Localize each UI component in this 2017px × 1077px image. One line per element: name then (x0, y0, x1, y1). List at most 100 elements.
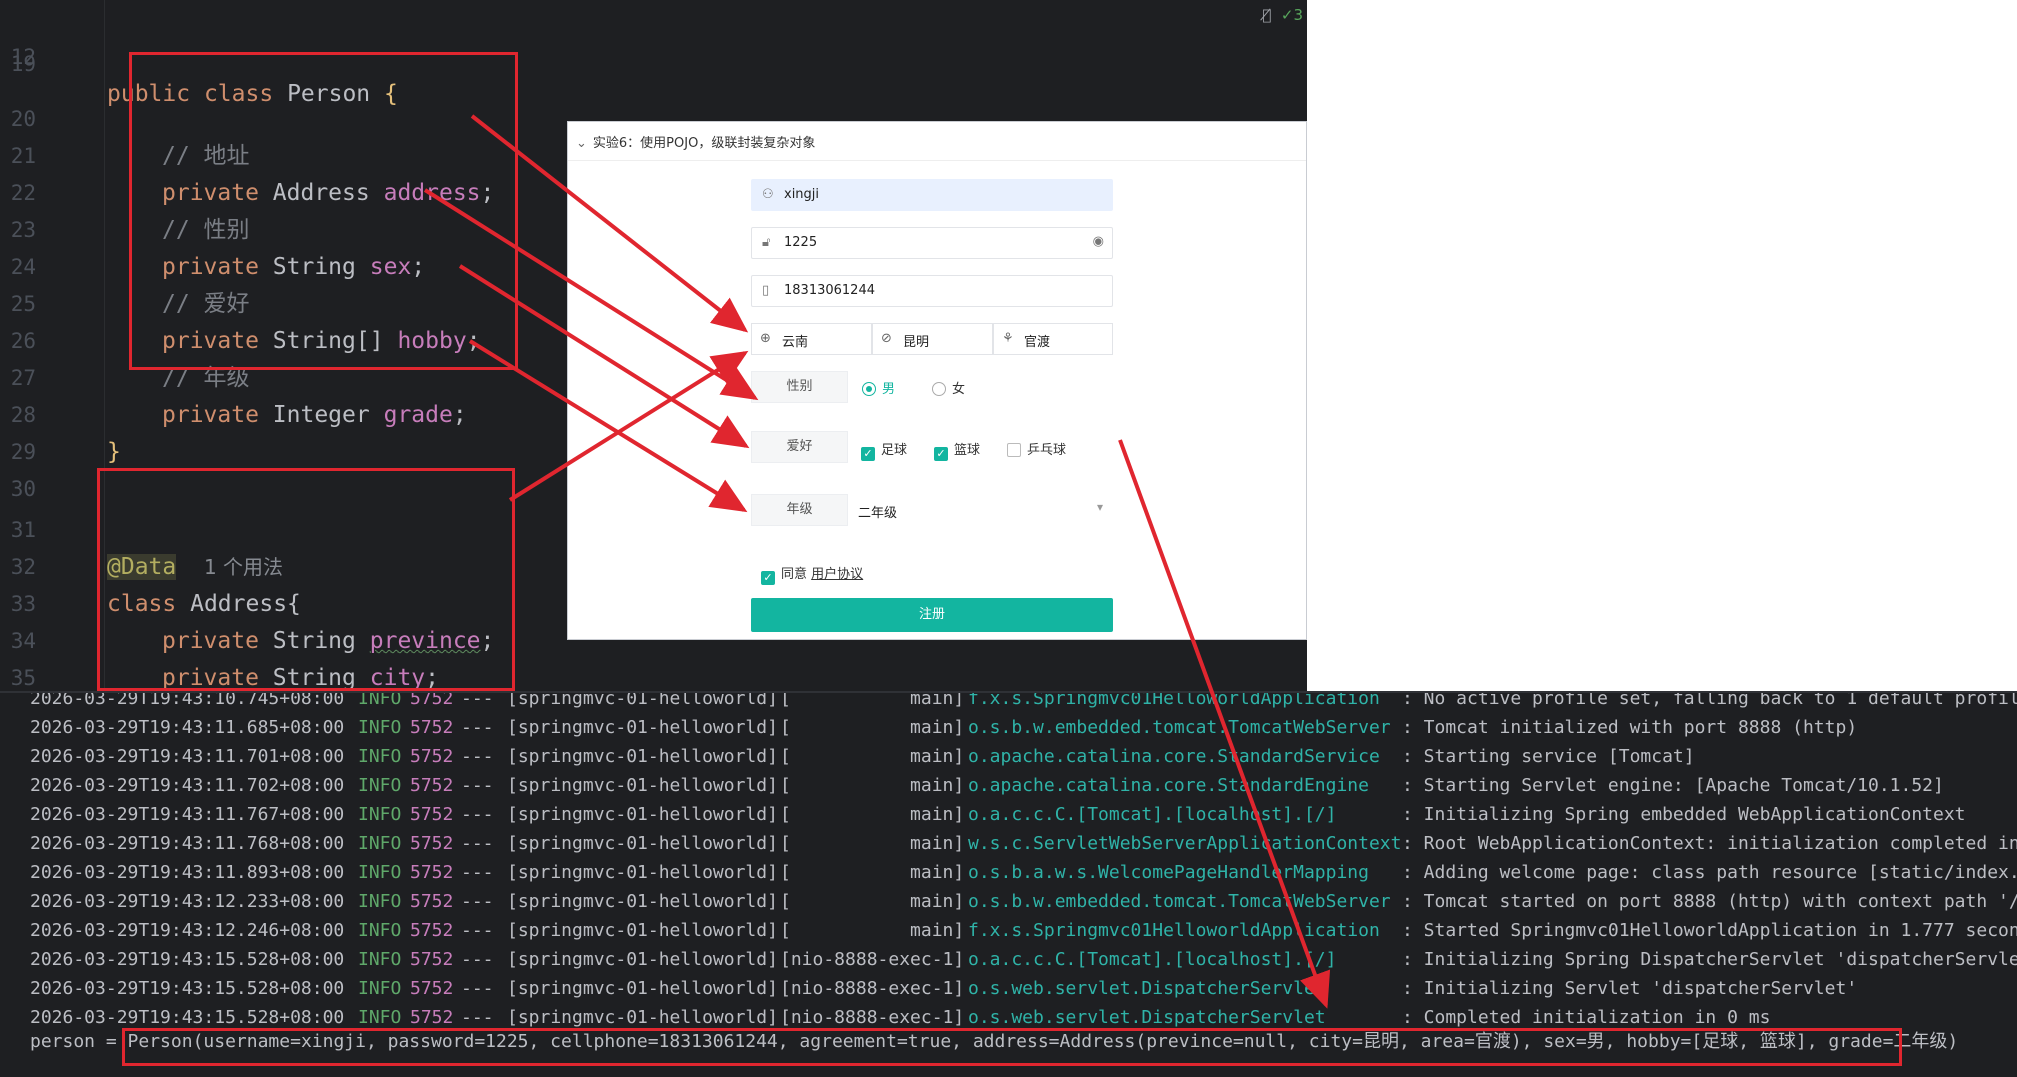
log-lvl: INFO (358, 891, 402, 912)
province-input[interactable]: ⊕ 云南 (751, 323, 872, 355)
log-app: [springmvc-01-helloworld] (507, 862, 778, 883)
log-pid: 5752 (410, 691, 454, 709)
checkbox-icon (1007, 443, 1021, 457)
log-lvl: INFO (358, 775, 402, 796)
log-ts: 2026-03-29T19:43:12.246+08:00 (30, 920, 345, 941)
panel-header[interactable]: ⌄ 实验6：使用POJO，级联封装复杂对象 (576, 132, 815, 151)
log-dash: --- (461, 833, 494, 854)
log-cls[interactable]: o.s.web.servlet.DispatcherServlet (968, 974, 1326, 1003)
log-dash: --- (461, 775, 494, 796)
address-class-highlight (97, 468, 515, 691)
log-msg: : Tomcat started on port 8888 (http) wit… (1402, 891, 2017, 912)
hobby-checkbox-football[interactable]: ✓ 足球 (861, 439, 907, 461)
log-thr: [nio-8888-exec-1] (780, 978, 965, 999)
agreement-checkbox-wrap: ✓ (761, 567, 781, 585)
run-console[interactable]: 2026-03-29T19:43:10.745+08:00 INFO 5752 ---… (0, 691, 2017, 1077)
password-input[interactable]: 🔓︎ 1225 ◉ (751, 227, 1113, 259)
divider (568, 160, 1306, 161)
log-cls[interactable]: o.s.b.w.embedded.tomcat.TomcatWebServer (968, 887, 1391, 916)
log-line: 2026-03-29T19:43:11.893+08:00 INFO 5752 ---… (30, 858, 2017, 887)
log-thr: [ main] (780, 775, 965, 796)
password-value: 1225 (784, 235, 818, 250)
city-input[interactable]: ⊘ 昆明 (872, 323, 993, 355)
agreement-checkbox[interactable]: ✓ 同意 用户协议 (761, 563, 863, 585)
log-msg: : Tomcat initialized with port 8888 (htt… (1402, 717, 1858, 738)
log-cls[interactable]: o.apache.catalina.core.StandardService (968, 742, 1380, 771)
log-line: 2026-03-29T19:43:11.701+08:00 INFO 5752 ---… (30, 742, 2017, 771)
sex-radio-male[interactable]: 男 (862, 378, 895, 397)
area-value: 官渡 (1024, 335, 1051, 350)
lock-icon: 🔓︎ (762, 235, 771, 250)
log-thr: [ main] (780, 862, 965, 883)
log-app: [springmvc-01-helloworld] (507, 804, 778, 825)
log-app: [springmvc-01-helloworld] (507, 920, 778, 941)
log-line: 2026-03-29T19:43:15.528+08:00 INFO 5752 ---… (30, 974, 2017, 1003)
log-lvl: INFO (358, 949, 402, 970)
log-lvl: INFO (358, 717, 402, 738)
log-dash: --- (461, 891, 494, 912)
hobby-checkbox-basketball[interactable]: ✓ 篮球 (934, 439, 980, 461)
log-thr: [ main] (780, 833, 965, 854)
log-cls[interactable]: o.a.c.c.C.[Tomcat].[localhost].[/] (968, 800, 1336, 829)
code-line[interactable]: 19 (0, 31, 1307, 75)
register-button[interactable]: 注册 (751, 598, 1113, 632)
log-msg: : Started Springmvc01HelloworldApplicati… (1402, 920, 2017, 941)
chevron-down-icon: ▾ (1096, 500, 1103, 514)
log-cls[interactable]: w.s.c.ServletWebServerApplicationContext (968, 829, 1401, 858)
log-msg: : Initializing Servlet 'dispatcherServle… (1402, 978, 1858, 999)
log-app: [springmvc-01-helloworld] (507, 949, 778, 970)
log-cls[interactable]: o.a.c.c.C.[Tomcat].[localhost].[/] (968, 945, 1336, 974)
sex-radio-female[interactable]: 女 (932, 378, 965, 397)
log-ts: 2026-03-29T19:43:15.528+08:00 (30, 949, 345, 970)
username-input[interactable]: ⚇ xingji (751, 179, 1113, 211)
checkbox-icon: ✓ (761, 571, 775, 585)
log-ts: 2026-03-29T19:43:11.767+08:00 (30, 804, 345, 825)
hobby-checkbox-pingpong[interactable]: 乒乓球 (1007, 439, 1066, 458)
log-pid: 5752 (410, 804, 454, 825)
panel-title: 实验6：使用POJO，级联封装复杂对象 (592, 136, 816, 151)
eye-icon[interactable]: ◉ (1093, 234, 1104, 249)
log-dash: --- (461, 804, 494, 825)
log-line: 2026-03-29T19:43:11.685+08:00 INFO 5752 ---… (30, 713, 2017, 742)
sex-label: 性别 (751, 371, 848, 403)
log-lvl: INFO (358, 746, 402, 767)
log-dash: --- (461, 746, 494, 767)
city-value: 昆明 (903, 335, 930, 350)
log-lvl: INFO (358, 691, 402, 709)
log-ts: 2026-03-29T19:43:11.768+08:00 (30, 833, 345, 854)
log-thr: [ main] (780, 920, 965, 941)
chevron-down-icon[interactable]: ⌄ (576, 136, 587, 151)
log-dash: --- (461, 978, 494, 999)
log-app: [springmvc-01-helloworld] (507, 775, 778, 796)
log-app: [springmvc-01-helloworld] (507, 978, 778, 999)
log-lvl: INFO (358, 833, 402, 854)
grade-select[interactable]: 二年级 ▾ (848, 494, 1113, 526)
log-cls[interactable]: f.x.s.Springmvc01HelloworldApplication (968, 693, 1380, 713)
log-app: [springmvc-01-helloworld] (507, 717, 778, 738)
log-line: 2026-03-29T19:43:10.745+08:00 INFO 5752 ---… (30, 691, 2017, 713)
log-pid: 5752 (410, 746, 454, 767)
log-cls[interactable]: o.s.b.a.w.s.WelcomePageHandlerMapping (968, 858, 1369, 887)
log-lvl: INFO (358, 920, 402, 941)
log-dash: --- (461, 920, 494, 941)
log-line: 2026-03-29T19:43:12.246+08:00 INFO 5752 ---… (30, 916, 2017, 945)
palm-icon: ⚘ (1002, 331, 1014, 346)
log-ts: 2026-03-29T19:43:15.528+08:00 (30, 978, 345, 999)
user-agreement-link[interactable]: 用户协议 (811, 567, 863, 582)
log-pid: 5752 (410, 949, 454, 970)
log-thr: [ main] (780, 717, 965, 738)
log-cls[interactable]: f.x.s.Springmvc01HelloworldApplication (968, 916, 1380, 945)
log-msg: : Adding welcome page: class path resour… (1402, 862, 2017, 883)
area-input[interactable]: ⚘ 官渡 (993, 323, 1113, 355)
log-lvl: INFO (358, 862, 402, 883)
log-pid: 5752 (410, 891, 454, 912)
log-msg: : No active profile set, falling back to… (1402, 691, 2017, 709)
log-cls[interactable]: o.apache.catalina.core.StandardEngine (968, 771, 1369, 800)
log-ts: 2026-03-29T19:43:11.893+08:00 (30, 862, 345, 883)
cellphone-input[interactable]: ▯ 18313061244 (751, 275, 1113, 307)
grade-label: 年级 (751, 494, 848, 526)
log-app: [springmvc-01-helloworld] (507, 833, 778, 854)
user-icon: ⚇ (762, 187, 774, 202)
log-cls[interactable]: o.s.b.w.embedded.tomcat.TomcatWebServer (968, 713, 1391, 742)
log-line: 2026-03-29T19:43:15.528+08:00 INFO 5752 ---… (30, 945, 2017, 974)
